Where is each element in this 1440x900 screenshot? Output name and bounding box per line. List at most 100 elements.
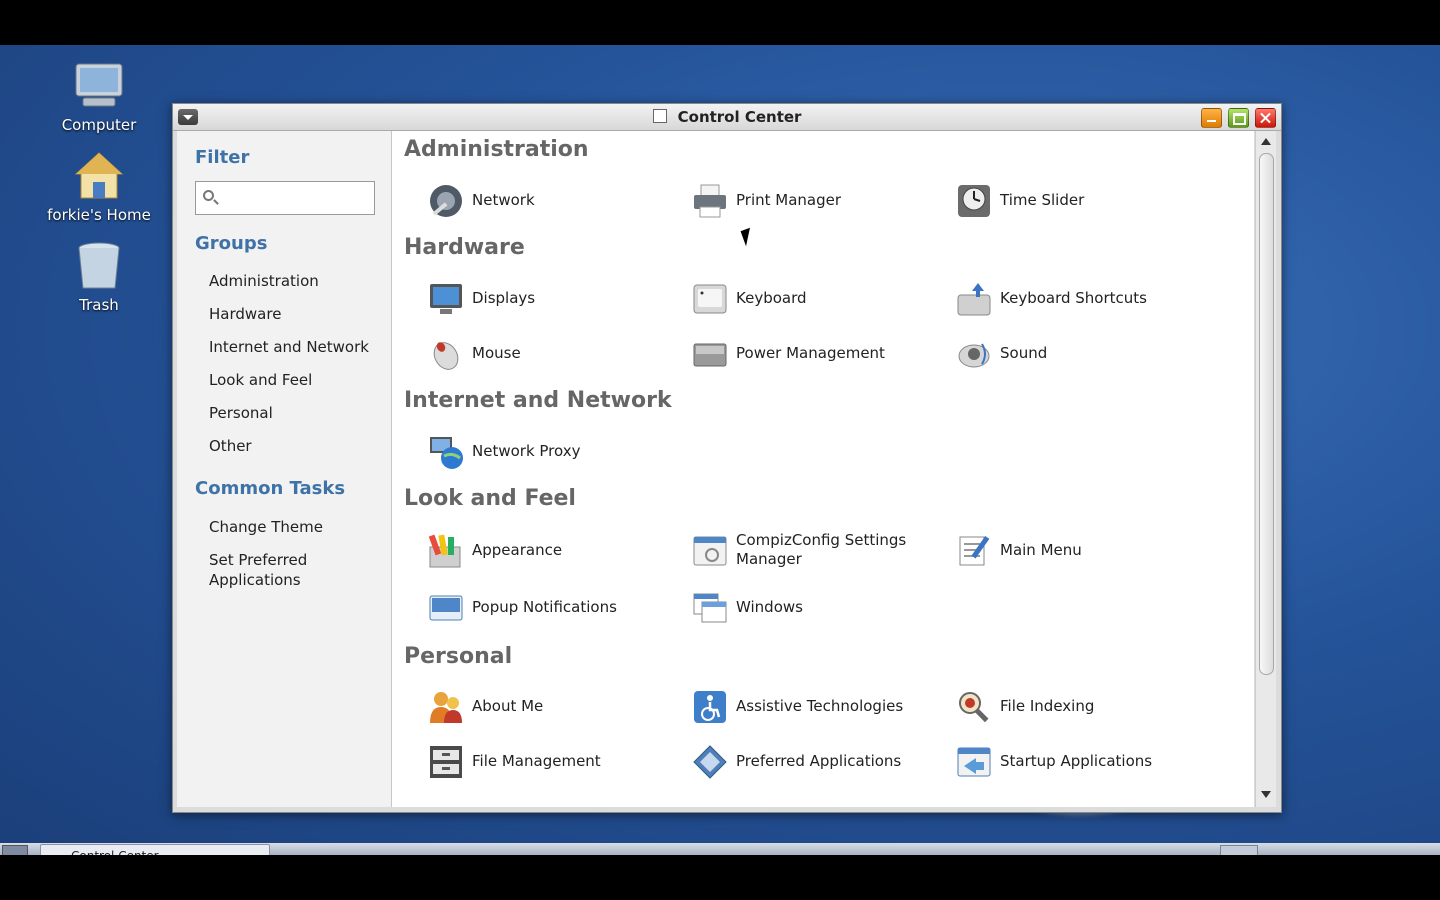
item-label: Displays: [472, 289, 536, 307]
group-item-internet-and-network[interactable]: Internet and Network: [209, 337, 384, 357]
letterbox-bottom: [0, 855, 1440, 900]
item-appearance[interactable]: Appearance: [428, 531, 678, 571]
item-label: Power Management: [736, 344, 885, 362]
minimize-button[interactable]: [1201, 108, 1222, 128]
home-folder-icon: [73, 150, 125, 202]
task-set-preferred-applications[interactable]: Set Preferred Applications: [209, 550, 349, 590]
item-time-slider[interactable]: Time Slider: [956, 181, 1206, 221]
section-hardware: Hardware: [404, 235, 525, 260]
titlebar[interactable]: Control Center: [173, 104, 1281, 131]
battery-icon: [692, 336, 728, 372]
item-network-proxy[interactable]: Network Proxy: [428, 432, 678, 472]
filter-heading: Filter: [195, 147, 250, 168]
item-label: CompizConfig Settings Manager: [736, 531, 907, 568]
item-label: Assistive Technologies: [736, 697, 904, 715]
section-administration: Administration: [404, 137, 589, 162]
notification-icon: [428, 590, 464, 626]
item-compizconfig[interactable]: CompizConfig Settings Manager: [692, 531, 942, 571]
people-icon: [428, 689, 464, 725]
item-label: Keyboard Shortcuts: [1000, 289, 1147, 307]
section-look-and-feel: Look and Feel: [404, 486, 576, 511]
filter-box[interactable]: [195, 181, 375, 215]
item-label: Popup Notifications: [472, 598, 617, 616]
keyboard-icon: [692, 281, 728, 317]
sidebar: Filter Groups Administration Hardware In…: [177, 131, 392, 807]
item-popup-notifications[interactable]: Popup Notifications: [428, 588, 678, 628]
group-item-other[interactable]: Other: [209, 436, 384, 456]
network-tools-icon: [428, 183, 464, 219]
startup-icon: [956, 744, 992, 780]
main-panel: Administration Network Print Manager Tim…: [392, 131, 1254, 807]
mouse-icon: [428, 336, 464, 372]
scroll-thumb[interactable]: [1259, 153, 1274, 675]
title-wrap: Control Center: [173, 104, 1281, 130]
item-file-management[interactable]: File Management: [428, 742, 678, 782]
vertical-scrollbar[interactable]: [1255, 131, 1276, 807]
item-preferred-applications[interactable]: Preferred Applications: [692, 742, 942, 782]
item-label: Startup Applications: [1000, 752, 1153, 770]
file-search-icon: [956, 689, 992, 725]
item-displays[interactable]: Displays: [428, 279, 678, 319]
desktop: Computer forkie's Home Trash Control Cen…: [0, 45, 1440, 855]
item-assistive-technologies[interactable]: Assistive Technologies: [692, 687, 942, 727]
item-print-manager[interactable]: Print Manager: [692, 181, 942, 221]
monitor-icon: [428, 281, 464, 317]
item-main-menu[interactable]: Main Menu: [956, 531, 1206, 571]
item-label: File Management: [472, 752, 601, 770]
common-tasks-heading: Common Tasks: [195, 478, 346, 499]
printer-icon: [692, 183, 728, 219]
item-label: Mouse: [472, 344, 521, 362]
taskbar: Control Center: [0, 843, 1440, 857]
item-label: About Me: [472, 697, 544, 715]
control-center-window: Control Center Filter Groups Administrat…: [172, 103, 1282, 813]
group-item-personal[interactable]: Personal: [209, 403, 384, 423]
task-change-theme[interactable]: Change Theme: [209, 517, 384, 537]
scroll-up-arrow-icon[interactable]: [1261, 138, 1271, 145]
item-about-me[interactable]: About Me: [428, 687, 678, 727]
item-keyboard-shortcuts[interactable]: Keyboard Shortcuts: [956, 279, 1206, 319]
item-power-management[interactable]: Power Management: [692, 334, 942, 374]
preferred-apps-icon: [692, 744, 728, 780]
accessibility-icon: [692, 689, 728, 725]
file-cabinet-icon: [428, 744, 464, 780]
desktop-icon-trash[interactable]: Trash: [44, 240, 154, 314]
maximize-button[interactable]: [1228, 108, 1249, 128]
item-label: Network: [472, 191, 535, 209]
group-item-hardware[interactable]: Hardware: [209, 304, 384, 324]
section-internet-and-network: Internet and Network: [404, 388, 672, 413]
item-label: Sound: [1000, 344, 1048, 362]
item-startup-applications[interactable]: Startup Applications: [956, 742, 1206, 782]
item-label: Network Proxy: [472, 442, 581, 460]
globe-icon: [428, 434, 464, 470]
item-sound[interactable]: Sound: [956, 334, 1206, 374]
item-file-indexing[interactable]: File Indexing: [956, 687, 1206, 727]
item-windows[interactable]: Windows: [692, 588, 942, 628]
close-button[interactable]: [1255, 108, 1276, 128]
trash-icon: [73, 240, 125, 292]
filter-input[interactable]: [224, 188, 368, 210]
item-keyboard[interactable]: Keyboard: [692, 279, 942, 319]
windows-icon: [692, 590, 728, 626]
menu-edit-icon: [956, 533, 992, 569]
groups-heading: Groups: [195, 233, 268, 254]
item-label: File Indexing: [1000, 697, 1095, 715]
desktop-icon-home[interactable]: forkie's Home: [44, 150, 154, 224]
speaker-icon: [956, 336, 992, 372]
clock-icon: [956, 183, 992, 219]
scroll-down-arrow-icon[interactable]: [1261, 791, 1271, 798]
group-item-administration[interactable]: Administration: [209, 271, 384, 291]
group-item-look-and-feel[interactable]: Look and Feel: [209, 370, 384, 390]
item-label: Keyboard: [736, 289, 807, 307]
item-mouse[interactable]: Mouse: [428, 334, 678, 374]
desktop-icon-label: Trash: [79, 296, 119, 314]
window-title: Control Center: [677, 108, 802, 126]
item-label: Main Menu: [1000, 541, 1082, 559]
desktop-icon-computer[interactable]: Computer: [44, 60, 154, 134]
compiz-icon: [692, 533, 728, 569]
item-network[interactable]: Network: [428, 181, 678, 221]
window-app-icon: [652, 109, 667, 123]
item-label: Print Manager: [736, 191, 842, 209]
desktop-icon-label: forkie's Home: [47, 206, 151, 224]
item-label: Windows: [736, 598, 803, 616]
item-label: Time Slider: [1000, 191, 1085, 209]
